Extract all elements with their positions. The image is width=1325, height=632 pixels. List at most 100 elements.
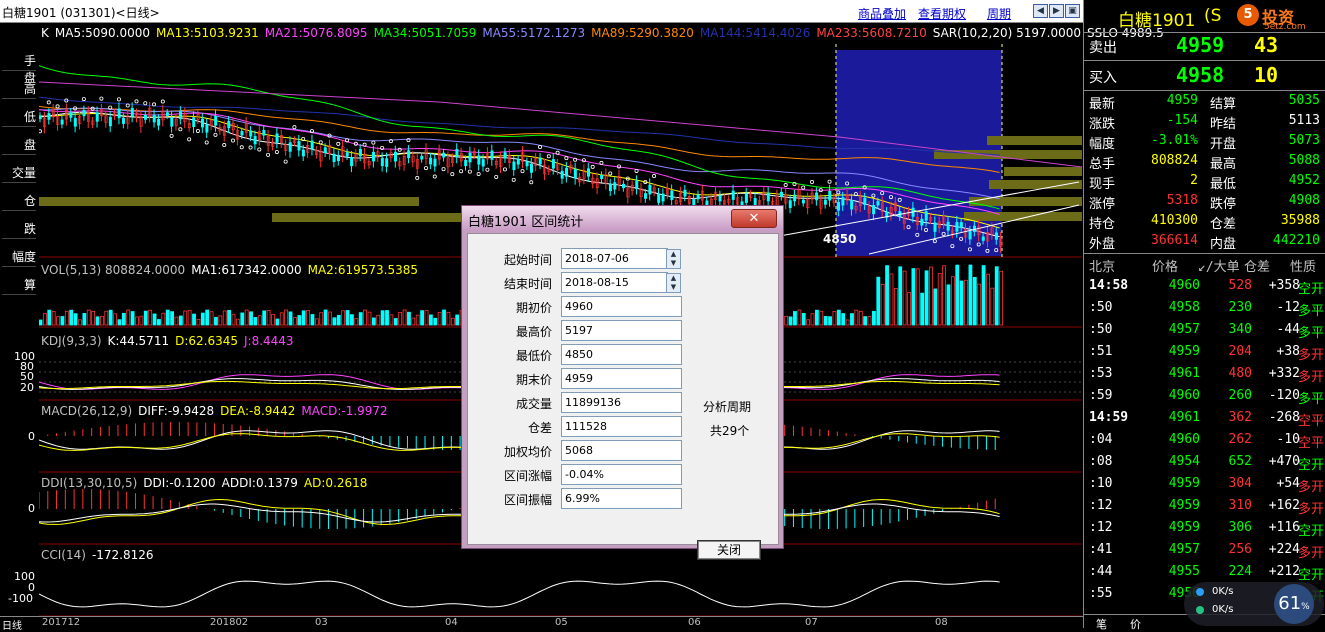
field-input[interactable]: 2018-08-15 (561, 272, 668, 293)
stat-label: 外盘 (1089, 237, 1116, 252)
chart-title-bar: 白糖1901 (031301)<日线> 商品叠加 查看期权 周期 ◀ ▶ ▣ (0, 0, 1083, 23)
field-input[interactable]: 4960 (561, 296, 682, 317)
tick-cell: +224 (1268, 542, 1300, 557)
field-input[interactable]: 2018-07-06 (561, 248, 668, 269)
nav-left-icon[interactable]: ◀ (1033, 4, 1048, 18)
dialog-field-row: 结束时间 2018-08-15 ▲ ▼ (468, 272, 778, 294)
stat-label: 内盘 (1210, 237, 1237, 252)
stat-label: 涨跌 (1089, 117, 1116, 132)
tick-col-header: ↙/大单 (1198, 260, 1240, 275)
gauge-unit: % (1301, 602, 1310, 612)
tick-cell: :12 (1089, 520, 1113, 535)
tick-cell: 528 (1228, 278, 1252, 293)
legend-item: -172.8126 (91, 548, 154, 562)
net-down: 0K/s (1212, 604, 1234, 615)
tick-cell: :44 (1089, 564, 1113, 579)
tick-cell: 4961 (1168, 410, 1200, 425)
stat-value: 366614 (1151, 233, 1198, 248)
date-axis: 日线 201712 201802 03 04 05 06 07 08 (0, 616, 1083, 632)
nav-toggle-icon[interactable]: ▣ (1065, 4, 1080, 18)
period-tab[interactable]: 日线 (2, 617, 22, 632)
tick-cell: 多平 (1297, 326, 1324, 341)
tick-cell: :04 (1089, 432, 1113, 447)
left-menu-item[interactable]: 低 (2, 108, 36, 127)
tab-ticks[interactable]: 笔 (1096, 616, 1107, 632)
legend-item: DDI(13,30,10,5) (41, 476, 138, 490)
dialog-close-icon[interactable]: ✕ (731, 209, 777, 228)
legend-item: MA55:5172.1273 (482, 26, 586, 40)
date-tick: 05 (555, 617, 568, 628)
kdj-tick: 20 (20, 381, 34, 394)
tick-cell: 230 (1228, 300, 1252, 315)
tick-cell: 14:59 (1089, 410, 1129, 425)
tick-cell: 14:58 (1089, 278, 1129, 293)
dialog-titlebar[interactable]: 白糖1901 区间统计 ✕ (462, 206, 783, 231)
tick-cell: :50 (1089, 322, 1113, 337)
tick-cell: 空开 (1297, 524, 1324, 539)
field-input[interactable]: 6.99% (561, 488, 682, 509)
stat-label: 最低 (1210, 177, 1237, 192)
memory-gauge: 61% (1274, 584, 1314, 624)
tick-cell: 4961 (1168, 366, 1200, 381)
date-spinner-icon[interactable]: ▲ ▼ (666, 249, 681, 269)
product-overlay-link[interactable]: 商品叠加 (858, 5, 906, 22)
left-menu-item[interactable]: 跌 (2, 220, 36, 239)
field-input[interactable]: 5068 (561, 440, 682, 461)
field-label: 区间振幅 (503, 493, 552, 507)
cci-tick: -100 (8, 592, 33, 605)
legend-item: ADDI:0.1379 (221, 476, 298, 490)
tick-cell: 4958 (1168, 300, 1200, 315)
kdj-legend: KDJ(9,3,3) K:44.5711 D:62.6345 J:8.4443 (41, 334, 300, 348)
stat-value: 410300 (1151, 213, 1198, 228)
left-menu-item[interactable]: 幅度 (2, 248, 36, 267)
tick-cell: 310 (1228, 498, 1252, 513)
quote-title-bar: 白糖1901 (S 5 投资 5etz.com (1084, 0, 1325, 32)
left-menu-item[interactable]: 手 盘 (2, 52, 48, 85)
tick-cell: +212 (1268, 564, 1300, 579)
legend-item: KDJ(9,3,3) (41, 334, 102, 348)
tick-cell: -44 (1276, 322, 1300, 337)
field-input[interactable]: 111528 (561, 416, 682, 437)
left-menu-item[interactable]: 盘 (2, 136, 36, 155)
stat-label: 结算 (1210, 97, 1237, 112)
field-label: 结束时间 (503, 277, 552, 291)
tick-cell: 多开 (1297, 348, 1324, 363)
contract-name: 白糖1901 (1118, 11, 1196, 31)
tab-price[interactable]: 价 (1130, 616, 1141, 632)
field-label: 区间涨幅 (503, 469, 552, 483)
left-menu-item[interactable]: 交量 (2, 164, 36, 183)
field-input[interactable]: 5197 (561, 320, 682, 341)
tick-cell: 4957 (1168, 322, 1200, 337)
period-link[interactable]: 周期 (987, 5, 1011, 22)
field-input[interactable]: 4959 (561, 368, 682, 389)
tick-col-header: 性质 (1290, 260, 1317, 275)
stat-value: 5318 (1166, 193, 1198, 208)
field-input[interactable]: 4850 (561, 344, 682, 365)
network-monitor[interactable]: 0K/s 0K/s 61% (1184, 582, 1324, 626)
tick-cell: +470 (1268, 454, 1300, 469)
cci-legend: CCI(14) -172.8126 (41, 548, 160, 562)
date-tick: 07 (805, 617, 818, 628)
tick-cell: +332 (1268, 366, 1300, 381)
field-label: 最低价 (515, 349, 552, 363)
stat-label: 持仓 (1089, 217, 1116, 232)
left-menu-item[interactable]: 算 (2, 276, 36, 295)
stat-label: 涨停 (1089, 197, 1116, 212)
field-input[interactable]: 11899136 (561, 392, 682, 413)
nav-right-icon[interactable]: ▶ (1049, 4, 1064, 18)
tick-cell: 204 (1228, 344, 1252, 359)
dialog-title: 白糖1901 区间统计 (468, 215, 584, 230)
view-options-link[interactable]: 查看期权 (918, 5, 966, 22)
left-menu-item[interactable]: 仓 (2, 192, 36, 211)
stat-label: 昨结 (1210, 117, 1237, 132)
tick-cell: +358 (1268, 278, 1300, 293)
tick-cell: 652 (1228, 454, 1252, 469)
tick-cell: 4959 (1168, 520, 1200, 535)
close-button[interactable]: 关闭 (697, 540, 761, 560)
stat-value: -3.01% (1151, 133, 1198, 148)
left-menu-item[interactable]: 高 (2, 80, 36, 99)
tick-cell: 多平 (1297, 392, 1324, 407)
date-spinner-icon[interactable]: ▲ ▼ (666, 273, 681, 293)
field-input[interactable]: -0.04% (561, 464, 682, 485)
brand-logo-icon: 5 (1237, 4, 1259, 26)
